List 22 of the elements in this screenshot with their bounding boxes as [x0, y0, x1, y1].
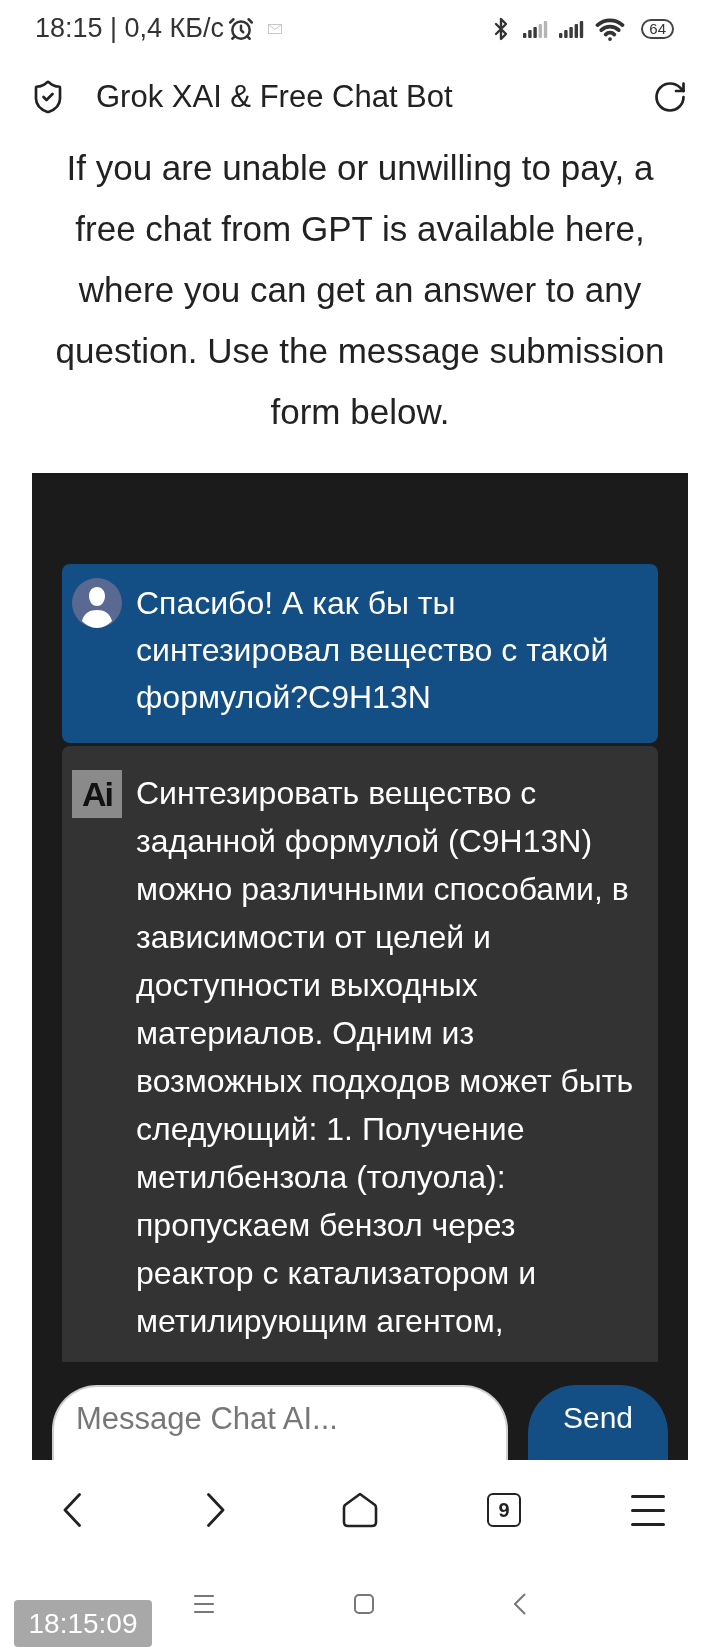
ai-logo: Ai — [72, 770, 122, 818]
assistant-message-text: Синтезировать вещество с заданной формулой (C9H13N) можно различными способами, в зависимости от целей и доступности выходных материалов. Одним из возможных подходов может быть следующий: 1. Получение метилбензола (толуола): пропускаем бензол через реактор с катализатором и метилирующим агентом, — [136, 774, 635, 1341]
intro-paragraph: If you are unable or unwilling to pay, a free chat from GPT is available here, where you can get an answer to any question. Use the message submission form below. — [54, 147, 666, 433]
message-input[interactable]: Message Chat AI... — [52, 1385, 508, 1460]
user-message-text: Спасибо! А как бы ты синтезировал вещество с такой формулой?C9H13N — [136, 584, 610, 717]
home-icon[interactable] — [342, 1492, 378, 1528]
battery-indicator: 64 — [641, 18, 674, 39]
page-title: Grok XAI & Free Chat Bot — [96, 77, 454, 116]
signal-icon — [523, 19, 550, 38]
send-button[interactable]: Send — [528, 1385, 668, 1460]
menu-icon[interactable] — [631, 1494, 665, 1526]
home-square-icon[interactable] — [354, 1594, 374, 1614]
forward-icon[interactable] — [207, 1493, 225, 1527]
refresh-icon[interactable] — [652, 79, 688, 115]
signal-icon — [559, 19, 586, 38]
timestamp-badge: 18:15:09 — [14, 1600, 152, 1647]
user-avatar-icon — [72, 578, 122, 628]
back-icon[interactable] — [63, 1493, 81, 1527]
mail-icon — [268, 23, 283, 34]
status-text: 18:15 | 0,4 КБ/с — [35, 12, 225, 46]
alarm-clock-icon — [228, 15, 255, 42]
tabs-button[interactable]: 9 — [487, 1493, 521, 1527]
